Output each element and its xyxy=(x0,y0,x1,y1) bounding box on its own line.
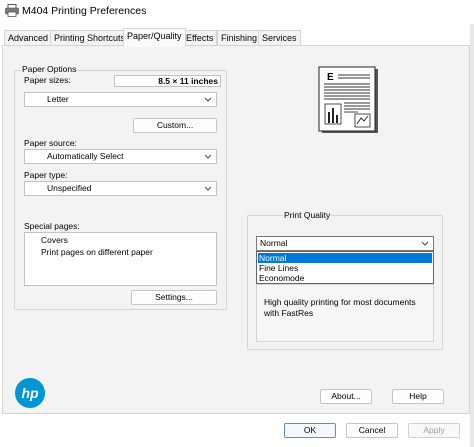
settings-button[interactable]: Settings... xyxy=(131,290,217,305)
paper-size-dimensions: 8.5 × 11 inches xyxy=(114,75,221,87)
chevron-down-icon xyxy=(204,154,212,159)
tab-advanced[interactable]: Advanced xyxy=(4,30,53,46)
special-pages-list[interactable]: Covers Print pages on different paper xyxy=(24,232,217,286)
tab-printing-shortcuts[interactable]: Printing Shortcuts xyxy=(50,30,130,46)
paper-source-label: Paper source: xyxy=(24,138,77,148)
print-quality-value: Normal xyxy=(260,238,288,248)
paper-source-value: Automatically Select xyxy=(47,151,124,161)
chevron-down-icon xyxy=(421,241,429,246)
print-quality-option-fine-lines[interactable]: Fine Lines xyxy=(258,263,432,273)
svg-text:hp: hp xyxy=(21,385,39,401)
custom-button[interactable]: Custom... xyxy=(133,118,217,133)
tab-services[interactable]: Services xyxy=(258,30,301,46)
print-quality-description-box: High quality printing for most documents… xyxy=(256,284,434,342)
chevron-down-icon xyxy=(204,97,212,102)
printer-icon xyxy=(5,4,19,17)
print-quality-dropdown-list: Normal Fine Lines Economode xyxy=(256,251,434,284)
tab-strip: Advanced Printing Shortcuts Paper/Qualit… xyxy=(0,28,474,47)
print-quality-label: Print Quality xyxy=(283,210,332,220)
paper-sizes-label: Paper sizes: xyxy=(24,75,71,85)
paper-type-value: Unspecified xyxy=(47,183,92,193)
paper-options-label: Paper Options xyxy=(21,64,78,74)
window-edge xyxy=(470,24,474,447)
tab-finishing[interactable]: Finishing xyxy=(217,30,262,46)
svg-text:E: E xyxy=(327,72,334,83)
window-title: M404 Printing Preferences xyxy=(22,5,147,17)
cancel-button[interactable]: Cancel xyxy=(346,423,398,438)
list-item[interactable]: Print pages on different paper xyxy=(41,247,153,257)
paper-source-select[interactable]: Automatically Select xyxy=(24,149,217,164)
paper-size-value: Letter xyxy=(47,94,69,104)
about-button[interactable]: About... xyxy=(320,389,372,404)
print-quality-option-economode[interactable]: Economode xyxy=(258,273,432,283)
help-button[interactable]: Help xyxy=(392,389,444,404)
title-bar: M404 Printing Preferences xyxy=(0,0,474,24)
list-item[interactable]: Covers xyxy=(41,235,68,245)
paper-size-select[interactable]: Letter xyxy=(24,92,217,107)
ok-button[interactable]: OK xyxy=(284,423,336,438)
print-quality-select[interactable]: Normal xyxy=(256,236,434,251)
tab-paper-quality[interactable]: Paper/Quality xyxy=(123,28,186,47)
special-pages-label: Special pages: xyxy=(24,221,80,231)
apply-button[interactable]: Apply xyxy=(408,423,460,438)
print-quality-option-normal[interactable]: Normal xyxy=(258,253,432,263)
chevron-down-icon xyxy=(204,186,212,191)
paper-type-label: Paper type: xyxy=(24,170,68,180)
document-preview-icon: E xyxy=(318,66,378,133)
paper-type-select[interactable]: Unspecified xyxy=(24,181,217,196)
hp-logo: hp xyxy=(15,378,45,408)
tab-effects[interactable]: Effects xyxy=(182,30,218,46)
print-quality-description: High quality printing for most documents… xyxy=(264,297,416,318)
